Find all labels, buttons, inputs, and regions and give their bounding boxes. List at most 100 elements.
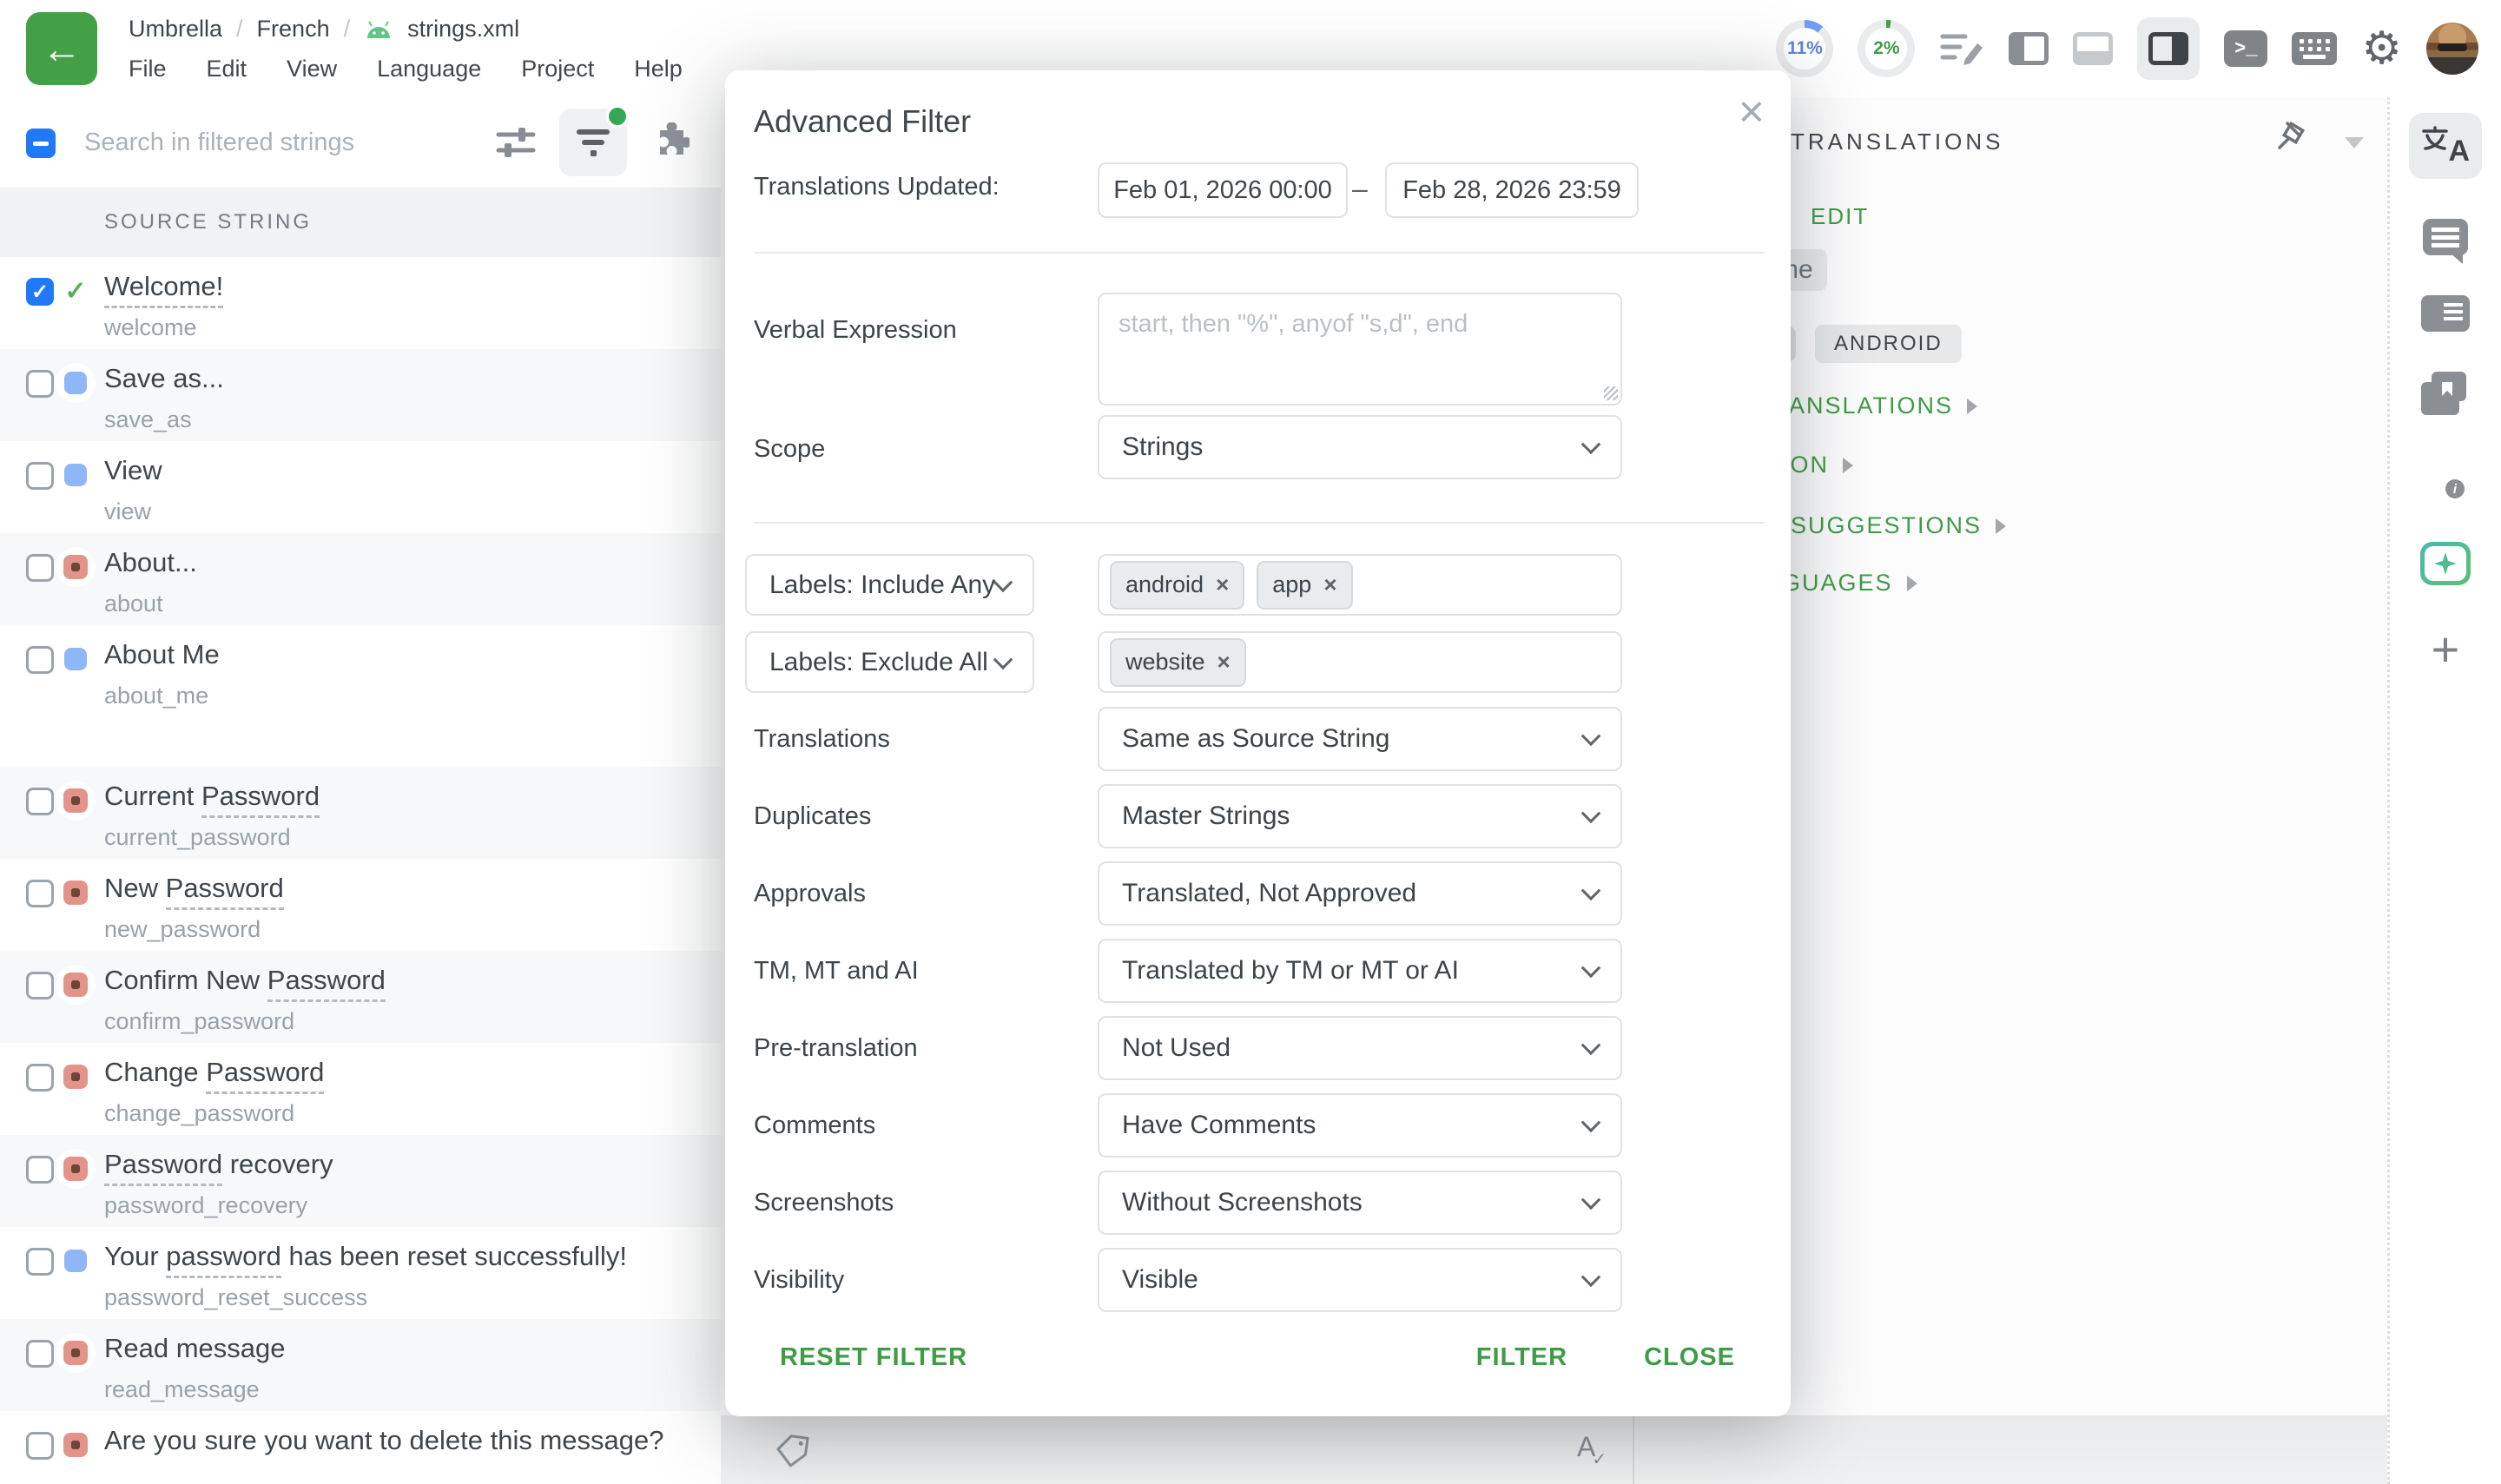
layout-bottom-panel-icon[interactable]: [2073, 32, 2113, 65]
reset-filter-button[interactable]: RESET FILTER: [780, 1343, 967, 1372]
pin-dropdown-chevron[interactable]: [2345, 137, 2364, 148]
remove-label-icon[interactable]: ×: [1323, 571, 1336, 598]
date-from-input[interactable]: Feb 01, 2026 00:00: [1098, 162, 1348, 218]
string-row[interactable]: Viewview: [0, 441, 721, 533]
menu-help[interactable]: Help: [634, 56, 683, 82]
avatar[interactable]: [2426, 23, 2478, 75]
file-info-icon[interactable]: [2423, 457, 2468, 502]
labels-include-tags[interactable]: android×app×: [1098, 554, 1622, 616]
panel-link-suggestions[interactable]: SUGGESTIONS: [1791, 512, 2006, 539]
row-checkbox[interactable]: [26, 370, 54, 398]
terminal-icon[interactable]: >_: [2224, 30, 2267, 67]
panel-title: TRANSLATIONS: [1791, 129, 2003, 155]
close-button[interactable]: CLOSE: [1644, 1343, 1735, 1372]
row-checkbox[interactable]: [26, 462, 54, 490]
ai-icon[interactable]: [2420, 542, 2471, 585]
translate-icon[interactable]: A: [2409, 113, 2482, 179]
resize-handle[interactable]: [1604, 386, 1618, 400]
panel-link-ion[interactable]: ION: [1782, 452, 1853, 478]
glossary-icon[interactable]: [2421, 372, 2470, 417]
select-pre-translation[interactable]: Not Used: [1098, 1016, 1622, 1080]
row-checkbox[interactable]: [26, 1248, 54, 1276]
layout-left-panel-icon[interactable]: [2009, 32, 2049, 65]
menu-language[interactable]: Language: [377, 56, 481, 82]
select-tm-mt-ai[interactable]: Translated by TM or MT or AI: [1098, 939, 1622, 1003]
select-comments[interactable]: Have Comments: [1098, 1093, 1622, 1158]
pin-icon[interactable]: [2275, 118, 2312, 159]
select-visibility[interactable]: Visible: [1098, 1248, 1622, 1312]
remove-label-icon[interactable]: ×: [1218, 649, 1231, 676]
string-row[interactable]: ✓✓Welcome!welcome: [0, 257, 721, 349]
menu-view[interactable]: View: [287, 56, 337, 82]
row-checkbox[interactable]: [26, 646, 54, 674]
labels-exclude-tags[interactable]: website×: [1098, 631, 1622, 693]
edit-list-icon[interactable]: [1939, 30, 1984, 68]
row-checkbox[interactable]: [26, 1340, 54, 1368]
menu-project[interactable]: Project: [521, 56, 594, 82]
topbar-actions: 11% 2% >_ ⚙: [1776, 0, 2478, 97]
tm-card-icon[interactable]: [2421, 295, 2470, 332]
tune-icon[interactable]: [495, 122, 537, 163]
row-checkbox[interactable]: [26, 880, 54, 907]
select-scope[interactable]: Strings: [1098, 415, 1622, 479]
string-key: change_password: [104, 1100, 294, 1127]
panel-link-anslations[interactable]: ANSLATIONS: [1789, 392, 1977, 419]
row-checkbox[interactable]: [26, 1064, 54, 1092]
edit-link[interactable]: EDIT: [1811, 203, 1869, 230]
filter-button[interactable]: FILTER: [1476, 1343, 1567, 1372]
row-checkbox[interactable]: ✓: [26, 278, 54, 306]
row-checkbox[interactable]: [26, 972, 54, 999]
date-to-input[interactable]: Feb 28, 2026 23:59: [1385, 162, 1639, 218]
select-screenshots[interactable]: Without Screenshots: [1098, 1171, 1622, 1235]
keyboard-icon[interactable]: [2292, 32, 2337, 65]
comment-icon[interactable]: [2423, 219, 2468, 255]
string-row[interactable]: About Meabout_me: [0, 625, 721, 767]
puzzle-icon[interactable]: [650, 122, 690, 162]
string-row[interactable]: New Passwordnew_password: [0, 859, 721, 951]
close-icon[interactable]: ×: [1739, 89, 1765, 135]
row-checkbox[interactable]: [26, 1156, 54, 1184]
menu-edit[interactable]: Edit: [207, 56, 247, 82]
string-row[interactable]: Save as...save_as: [0, 349, 721, 441]
breadcrumb-project[interactable]: Umbrella: [129, 16, 222, 43]
layout-right-panel-icon[interactable]: [2137, 17, 2200, 80]
select-duplicates[interactable]: Master Strings: [1098, 784, 1622, 848]
breadcrumb-language[interactable]: French: [257, 16, 330, 43]
string-row[interactable]: Your password has been reset successfull…: [0, 1227, 721, 1319]
tag-icon[interactable]: [775, 1433, 809, 1472]
approval-progress-ring[interactable]: 2%: [1858, 20, 1915, 77]
plus-icon[interactable]: +: [2432, 625, 2460, 674]
string-row[interactable]: Confirm New Passwordconfirm_password: [0, 951, 721, 1043]
string-row[interactable]: Current Passwordcurrent_password: [0, 767, 721, 859]
spellcheck-icon[interactable]: A✓: [1577, 1431, 1610, 1463]
remove-label-icon[interactable]: ×: [1216, 571, 1229, 598]
select-approvals[interactable]: Translated, Not Approved: [1098, 861, 1622, 926]
select-labels-include[interactable]: Labels: Include Any: [745, 554, 1034, 616]
string-row[interactable]: Change Passwordchange_password: [0, 1043, 721, 1135]
string-row[interactable]: Password recoverypassword_recovery: [0, 1135, 721, 1227]
verbal-expression-input[interactable]: [1098, 293, 1622, 406]
select-translations[interactable]: Same as Source String: [1098, 707, 1622, 771]
breadcrumb-separator: /: [344, 16, 351, 43]
breadcrumb-file[interactable]: strings.xml: [407, 16, 519, 43]
row-checkbox[interactable]: [26, 788, 54, 815]
filter-icon[interactable]: [559, 109, 627, 176]
string-row[interactable]: Read messageread_message: [0, 1319, 721, 1411]
select-all-checkbox[interactable]: [26, 129, 56, 158]
string-key: about_me: [104, 683, 208, 709]
gear-icon[interactable]: ⚙: [2361, 26, 2402, 71]
menu-file[interactable]: File: [129, 56, 167, 82]
select-labels-exclude[interactable]: Labels: Exclude All: [745, 631, 1034, 693]
status-halo: [56, 1057, 96, 1097]
panel-link-guages[interactable]: GUAGES: [1782, 570, 1917, 597]
back-button[interactable]: ←: [26, 12, 97, 85]
row-checkbox[interactable]: [26, 554, 54, 582]
string-row[interactable]: About...about: [0, 533, 721, 625]
search-input[interactable]: [82, 113, 468, 172]
row-checkbox[interactable]: [26, 1432, 54, 1460]
chevron-down-icon: [1581, 1190, 1601, 1210]
translation-progress-ring[interactable]: 11%: [1776, 20, 1833, 77]
string-row[interactable]: Are you sure you want to delete this mes…: [0, 1411, 721, 1484]
string-key: password_reset_success: [104, 1284, 367, 1311]
crowdin-editor: ← Umbrella / French / strings.xml FileEd…: [0, 0, 2501, 1484]
